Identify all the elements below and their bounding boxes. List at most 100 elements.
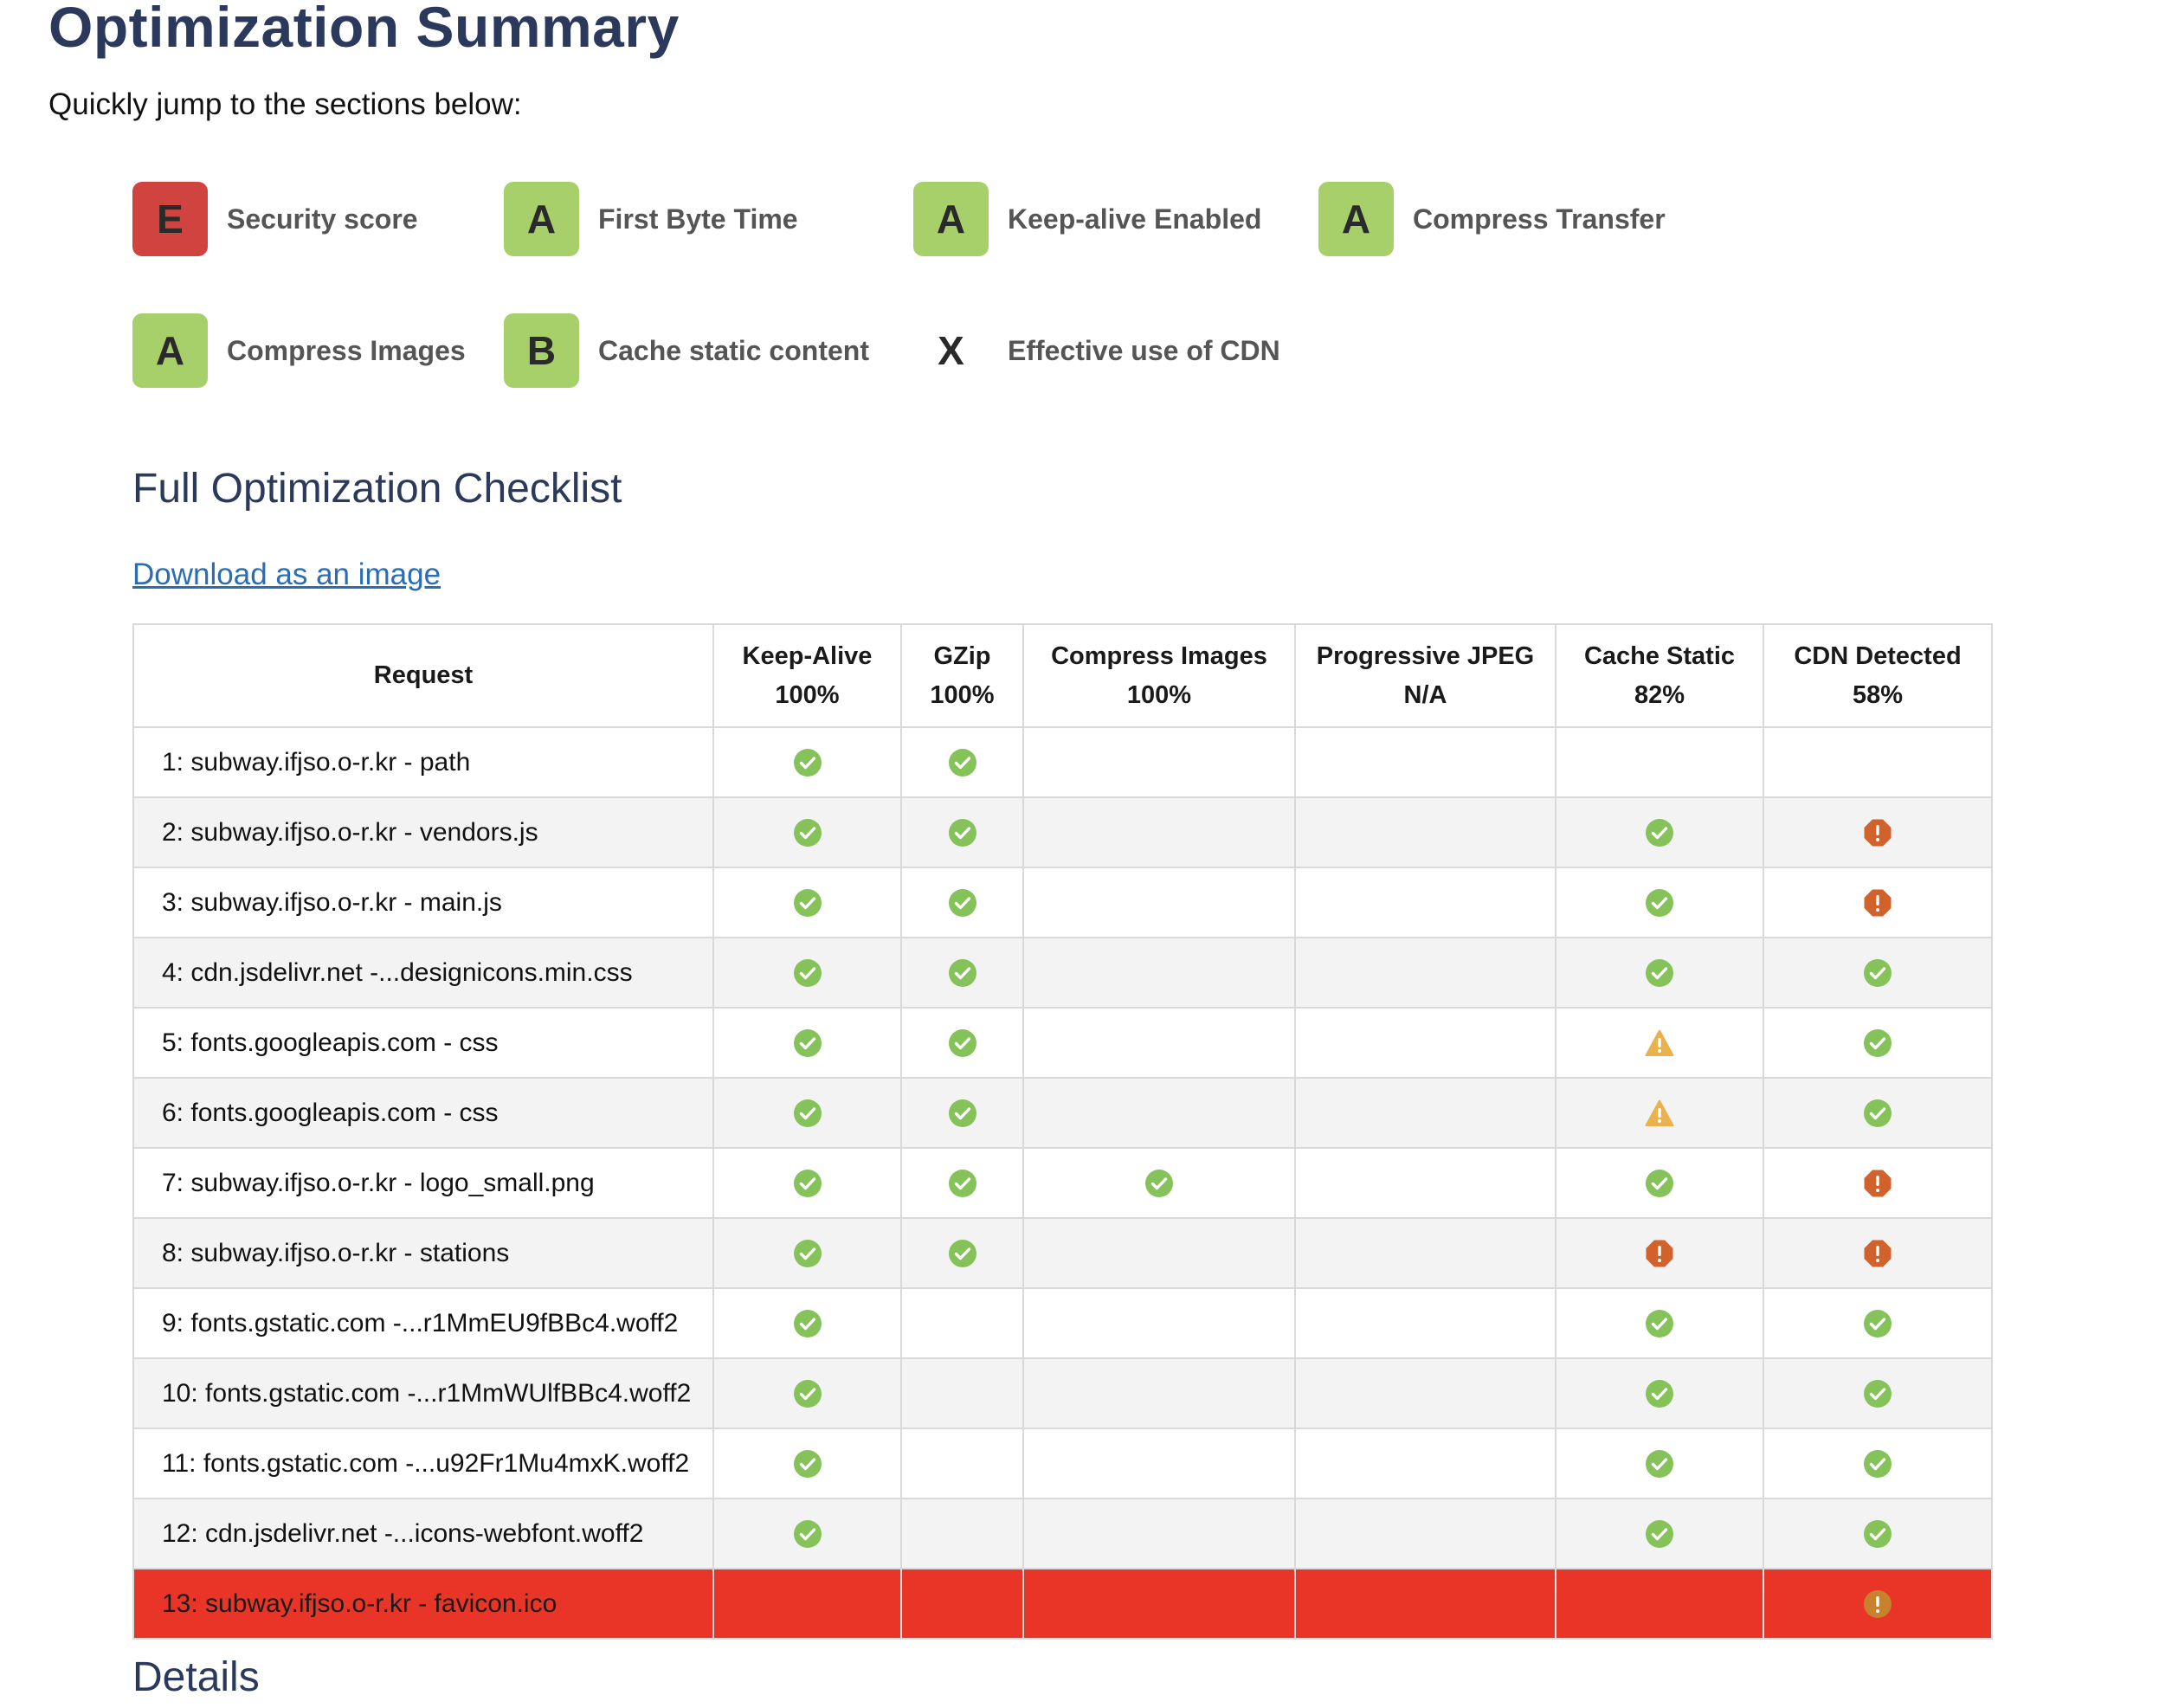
grade-item-keep-alive[interactable]: A Keep-alive Enabled — [913, 182, 1261, 256]
table-row: 3: subway.ifjso.o-r.kr - main.js — [132, 867, 1993, 938]
cdn-detected-cell — [1763, 1568, 1993, 1640]
grade-item-compress-transfer[interactable]: A Compress Transfer — [1318, 182, 1666, 256]
cdn-detected-cell — [1763, 1217, 1993, 1289]
table-row: 6: fonts.googleapis.com - css — [132, 1077, 1993, 1149]
gzip-cell — [900, 1217, 1024, 1289]
check-circle-icon — [948, 818, 977, 848]
compress-images-cell — [1022, 796, 1296, 868]
alert-octagon-icon — [1863, 1169, 1892, 1198]
grade-label: First Byte Time — [598, 203, 798, 235]
gzip-cell — [900, 1498, 1024, 1569]
cdn-detected-cell — [1763, 867, 1993, 938]
details-title: Details — [132, 1654, 260, 1700]
cdn-detected-cell — [1763, 1007, 1993, 1079]
keep-alive-cell — [712, 937, 902, 1009]
column-header-score: 100% — [930, 680, 995, 709]
gzip-cell — [900, 1287, 1024, 1359]
gzip-cell — [900, 726, 1024, 798]
column-header-label: Progressive JPEG — [1316, 641, 1535, 670]
table-row: 9: fonts.gstatic.com -...r1MmEU9fBBc4.wo… — [132, 1287, 1993, 1359]
check-circle-icon — [793, 1519, 822, 1549]
cdn-detected-cell — [1763, 796, 1993, 868]
table-row: 11: fonts.gstatic.com -...u92Fr1Mu4mxK.w… — [132, 1428, 1993, 1499]
column-header-label: Cache Static — [1583, 641, 1736, 670]
check-circle-icon — [793, 888, 822, 918]
request-cell: 13: subway.ifjso.o-r.kr - favicon.ico — [132, 1568, 714, 1640]
progressive-jpeg-cell — [1294, 1498, 1556, 1569]
check-circle-icon — [1645, 888, 1674, 918]
grade-label: Cache static content — [598, 334, 869, 366]
table-row: 5: fonts.googleapis.com - css — [132, 1007, 1993, 1079]
request-cell: 5: fonts.googleapis.com - css — [132, 1007, 714, 1079]
gzip-cell — [900, 1147, 1024, 1219]
column-header-score: N/A — [1403, 680, 1447, 709]
column-header-score: 100% — [775, 680, 840, 709]
cache-static-cell — [1555, 937, 1764, 1009]
progressive-jpeg-cell — [1294, 1007, 1556, 1079]
cache-static-cell — [1555, 1077, 1764, 1149]
alert-octagon-icon — [1645, 1239, 1674, 1268]
cache-static-cell — [1555, 1147, 1764, 1219]
check-circle-icon — [793, 1449, 822, 1479]
keep-alive-cell — [712, 867, 902, 938]
download-image-link[interactable]: Download as an image — [132, 553, 441, 596]
optimization-checklist-table: Request Keep-Alive 100% GZip 100% Compre… — [132, 623, 1993, 1640]
keep-alive-cell — [712, 1287, 902, 1359]
keep-alive-cell — [712, 1217, 902, 1289]
progressive-jpeg-cell — [1294, 1357, 1556, 1429]
cdn-detected-cell — [1763, 1498, 1993, 1569]
check-circle-icon — [1645, 1309, 1674, 1338]
keep-alive-cell — [712, 1077, 902, 1149]
progressive-jpeg-cell — [1294, 867, 1556, 938]
check-circle-icon — [793, 1028, 822, 1058]
check-circle-icon — [1645, 1379, 1674, 1408]
check-circle-icon — [1863, 958, 1892, 988]
grade-label: Effective use of CDN — [1008, 334, 1280, 366]
alert-circle-icon — [1863, 1589, 1892, 1619]
request-cell: 7: subway.ifjso.o-r.kr - logo_small.png — [132, 1147, 714, 1219]
column-header-keep-alive: Keep-Alive 100% — [712, 623, 902, 728]
compress-images-cell — [1022, 726, 1296, 798]
cache-static-cell — [1555, 796, 1764, 868]
grade-badge: E — [132, 182, 208, 256]
cdn-detected-cell — [1763, 1287, 1993, 1359]
check-circle-icon — [1645, 1169, 1674, 1198]
table-header-row: Request Keep-Alive 100% GZip 100% Compre… — [132, 623, 1993, 728]
table-row: 13: subway.ifjso.o-r.kr - favicon.ico — [132, 1568, 1993, 1640]
keep-alive-cell — [712, 1147, 902, 1219]
column-header-cdn-detected: CDN Detected 58% — [1763, 623, 1993, 728]
progressive-jpeg-cell — [1294, 1217, 1556, 1289]
warning-triangle-icon — [1645, 1028, 1674, 1058]
cdn-detected-cell — [1763, 726, 1993, 798]
grade-badge: A — [913, 182, 989, 256]
table-row: 12: cdn.jsdelivr.net -...icons-webfont.w… — [132, 1498, 1993, 1569]
cache-static-cell — [1555, 1217, 1764, 1289]
table-row: 1: subway.ifjso.o-r.kr - path — [132, 726, 1993, 798]
progressive-jpeg-cell — [1294, 1147, 1556, 1219]
check-circle-icon — [793, 958, 822, 988]
check-circle-icon — [1863, 1309, 1892, 1338]
check-circle-icon — [793, 748, 822, 777]
column-header-gzip: GZip 100% — [900, 623, 1024, 728]
column-header-progressive-jpeg: Progressive JPEG N/A — [1294, 623, 1556, 728]
grade-item-compress-images[interactable]: A Compress Images — [132, 313, 466, 388]
grade-item-security[interactable]: E Security score — [132, 182, 418, 256]
cache-static-cell — [1555, 1498, 1764, 1569]
column-header-label: Keep-Alive — [742, 641, 873, 670]
grade-item-cache-static[interactable]: B Cache static content — [504, 313, 869, 388]
grade-item-first-byte-time[interactable]: A First Byte Time — [504, 182, 798, 256]
progressive-jpeg-cell — [1294, 1428, 1556, 1499]
table-row: 10: fonts.gstatic.com -...r1MmWUlfBBc4.w… — [132, 1357, 1993, 1429]
grade-badge: A — [504, 182, 579, 256]
table-row: 2: subway.ifjso.o-r.kr - vendors.js — [132, 796, 1993, 868]
keep-alive-cell — [712, 1568, 902, 1640]
jump-instructions: Quickly jump to the sections below: — [48, 87, 522, 121]
compress-images-cell — [1022, 1428, 1296, 1499]
request-cell: 10: fonts.gstatic.com -...r1MmWUlfBBc4.w… — [132, 1357, 714, 1429]
grade-item-cdn[interactable]: X Effective use of CDN — [913, 313, 1280, 388]
cache-static-cell — [1555, 1357, 1764, 1429]
grade-badge: A — [132, 313, 208, 388]
column-header-score: 82% — [1634, 680, 1685, 709]
page-title: Optimization Summary — [48, 0, 680, 59]
grade-badge: A — [1318, 182, 1394, 256]
